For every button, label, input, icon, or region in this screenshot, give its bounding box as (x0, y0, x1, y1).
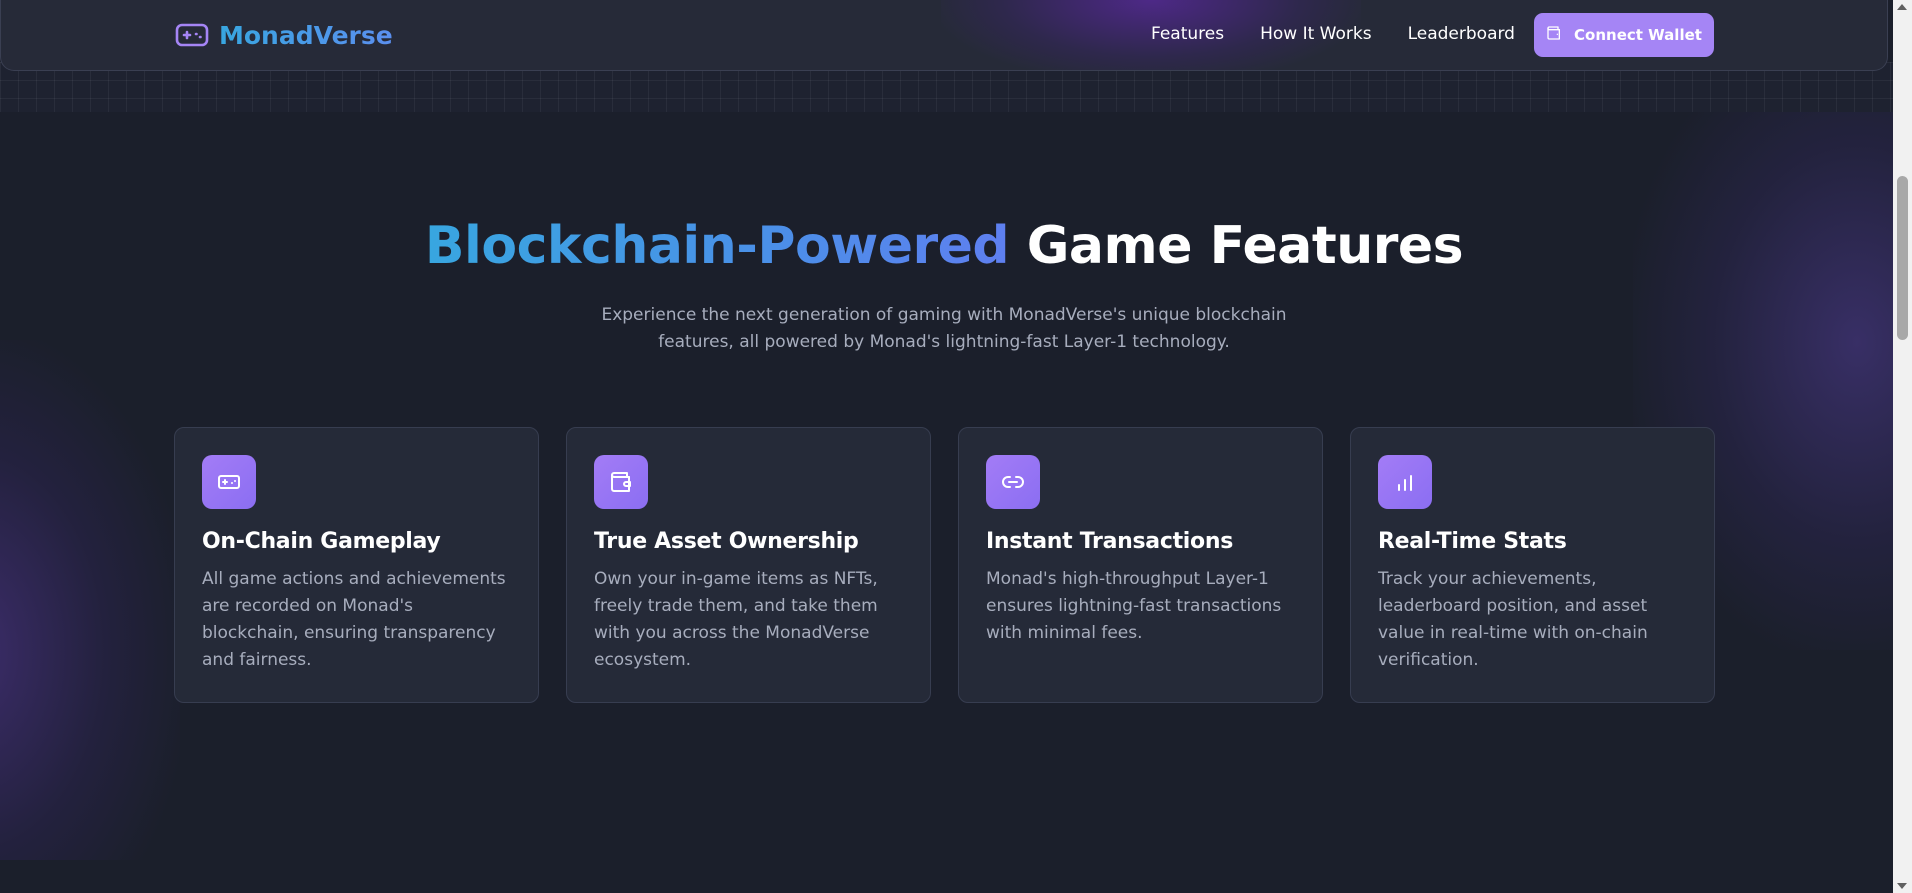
wallet-icon (594, 455, 648, 509)
feature-cards: On-Chain Gameplay All game actions and a… (174, 427, 1715, 703)
scroll-up-arrow-icon[interactable] (1897, 4, 1907, 10)
nav-links: Features How It Works Leaderboard (1151, 24, 1515, 44)
feature-title: On-Chain Gameplay (202, 529, 441, 554)
page-scrollbar[interactable] (1893, 0, 1912, 893)
brand-name: MonadVerse (219, 20, 393, 50)
navbar: MonadVerse Features How It Works Leaderb… (0, 0, 1888, 71)
gamepad-icon (175, 18, 209, 52)
feature-title: True Asset Ownership (594, 529, 859, 554)
feature-title: Real-Time Stats (1378, 529, 1567, 554)
section-title: Blockchain-Powered Game Features (0, 216, 1888, 276)
scroll-down-arrow-icon[interactable] (1897, 883, 1907, 889)
feature-description: Monad's high-throughput Layer-1 ensures … (986, 569, 1282, 643)
wallet-icon (1546, 25, 1562, 45)
link-icon (986, 455, 1040, 509)
feature-card-on-chain-gameplay: On-Chain Gameplay All game actions and a… (174, 427, 539, 703)
background-glow-left (0, 340, 180, 860)
scrollbar-thumb[interactable] (1897, 176, 1908, 340)
page: MonadVerse Features How It Works Leaderb… (0, 0, 1893, 893)
nav-link-how-it-works[interactable]: How It Works (1260, 24, 1371, 44)
section-subtitle: Experience the next generation of gaming… (601, 305, 1287, 352)
nav-link-features[interactable]: Features (1151, 24, 1224, 44)
connect-wallet-button[interactable]: Connect Wallet (1534, 13, 1714, 57)
feature-title: Instant Transactions (986, 529, 1234, 554)
feature-card-real-time-stats: Real-Time Stats Track your achievements,… (1350, 427, 1715, 703)
feature-card-instant-transactions: Instant Transactions Monad's high-throug… (958, 427, 1323, 703)
section-title-accent: Blockchain-Powered (424, 216, 1010, 276)
bar-chart-icon (1378, 455, 1432, 509)
feature-card-true-asset-ownership: True Asset Ownership Own your in-game it… (566, 427, 931, 703)
feature-description: Own your in-game items as NFTs, freely t… (594, 569, 878, 670)
feature-description: Track your achievements, leaderboard pos… (1378, 569, 1648, 670)
connect-wallet-label: Connect Wallet (1574, 26, 1702, 44)
gamepad-icon (202, 455, 256, 509)
section-title-rest: Game Features (1026, 216, 1464, 276)
nav-link-leaderboard[interactable]: Leaderboard (1408, 24, 1515, 44)
brand-logo-link[interactable]: MonadVerse (175, 18, 393, 52)
feature-description: All game actions and achievements are re… (202, 569, 506, 670)
